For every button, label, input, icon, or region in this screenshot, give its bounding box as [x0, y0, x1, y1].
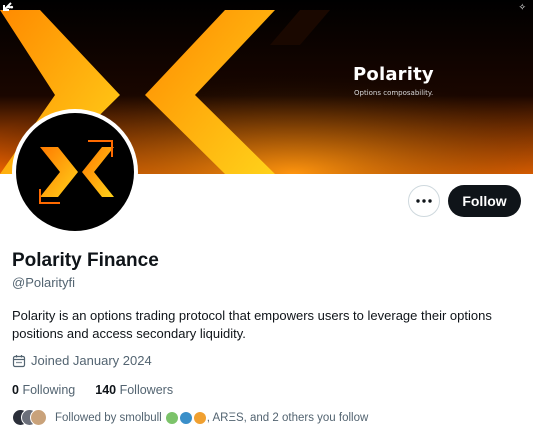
orange-emoji-icon: [193, 411, 206, 424]
profile-bio: Polarity is an options trading protocol …: [12, 308, 492, 341]
profile-avatar[interactable]: [12, 109, 138, 235]
followed-by-emojis: [165, 411, 207, 424]
calendar-icon: [12, 354, 26, 367]
more-options-button[interactable]: [408, 185, 440, 217]
pill-emoji-icon: [165, 411, 178, 424]
banner-title: Polarity: [353, 64, 434, 85]
banner-sparkle-icon: ✧: [518, 2, 526, 12]
followers-link[interactable]: 140 Followers: [95, 383, 173, 397]
followers-count: 140: [95, 383, 117, 397]
joined-date: Joined January 2024: [12, 353, 152, 368]
avatar-logo: [16, 113, 134, 231]
more-horizontal-icon: [416, 199, 432, 203]
joined-text: Joined January 2024: [31, 353, 152, 368]
polarity-logo-icon: [39, 140, 114, 204]
followers-label: Followers: [119, 383, 174, 397]
globe-emoji-icon: [179, 411, 192, 424]
display-name: Polarity Finance: [12, 250, 159, 271]
followed-by-row[interactable]: Followed by smolbull , ARΞS, and 2 other…: [12, 409, 368, 427]
followed-by-suffix: , ARΞS, and 2 others you follow: [206, 412, 369, 424]
banner-subtitle: Options composability.: [354, 89, 434, 97]
following-link[interactable]: 0 Following: [12, 383, 75, 397]
followed-by-avatars: [12, 409, 52, 427]
follow-stats: 0 Following 140 Followers: [12, 383, 193, 397]
followed-by-prefix: Followed by smolbull: [55, 412, 162, 424]
follow-button[interactable]: Follow: [448, 185, 521, 217]
expand-icon[interactable]: [0, 0, 14, 14]
following-label: Following: [22, 383, 76, 397]
following-count: 0: [12, 383, 19, 397]
follower-avatar: [30, 409, 47, 426]
user-handle: @Polarityfi: [12, 275, 76, 290]
